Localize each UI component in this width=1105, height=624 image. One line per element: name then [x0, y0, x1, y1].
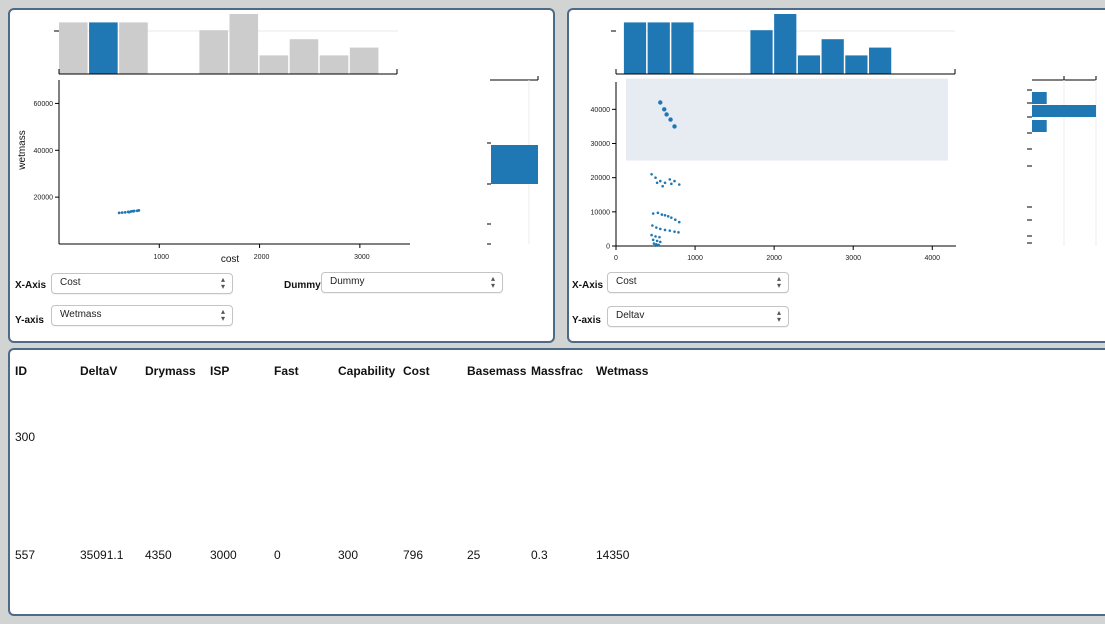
right-y-axis-select-value: Deltav — [616, 310, 645, 321]
table-cell: 35091.1 — [80, 548, 124, 562]
scatter-point — [654, 235, 657, 238]
select-arrows-icon: ▴ ▾ — [776, 308, 781, 324]
side-histogram-bar — [1032, 92, 1047, 104]
scatter-point — [663, 181, 667, 185]
scatter-point — [650, 172, 653, 176]
x-tick-label: 0 — [614, 255, 618, 262]
scatter-point — [655, 226, 658, 229]
scatter-point — [654, 244, 657, 247]
scatter-point — [657, 243, 660, 247]
side-histogram-bar — [1032, 105, 1096, 117]
column-header[interactable]: Fast — [274, 364, 299, 378]
data-table-panel — [8, 348, 1105, 616]
column-header[interactable]: Cost — [403, 364, 430, 378]
right-x-axis-select[interactable]: Cost ▴ ▾ — [607, 272, 789, 293]
table-cell: 0.3 — [531, 548, 548, 562]
column-header[interactable]: DeltaV — [80, 364, 117, 378]
x-tick-label: 3000 — [845, 255, 861, 262]
x-tick-label: 4000 — [924, 255, 940, 262]
scatter-point — [658, 227, 662, 231]
scatter-point — [672, 124, 677, 129]
select-arrows-icon: ▴ ▾ — [776, 274, 781, 290]
scatter-point — [677, 220, 681, 224]
x-tick-label: 2000 — [766, 255, 782, 262]
y-tick-label: 30000 — [591, 141, 611, 148]
right-y-axis-label: Y-axis — [572, 315, 601, 326]
scatter-point — [652, 242, 656, 245]
scatter-point — [655, 181, 659, 185]
scatter-point — [654, 176, 657, 179]
side-histogram-bar — [1032, 120, 1047, 132]
table-cell: 3000 — [210, 548, 237, 562]
column-header[interactable]: Massfrac — [531, 364, 583, 378]
column-header[interactable]: ID — [15, 364, 27, 378]
scatter-point — [663, 228, 667, 232]
scatter-point — [650, 233, 653, 237]
scatter-point — [662, 107, 667, 112]
table-cell: 4350 — [145, 548, 172, 562]
scatter-point — [664, 112, 669, 117]
table-cell: 0 — [274, 548, 281, 562]
top-histogram-bar — [774, 14, 797, 74]
table-cell: 557 — [15, 548, 36, 562]
top-histogram-bar — [750, 30, 773, 74]
column-header[interactable]: Wetmass — [596, 364, 648, 378]
column-header[interactable]: Capability — [338, 364, 395, 378]
scatter-point — [673, 230, 676, 233]
top-histogram-bar — [623, 22, 647, 74]
top-histogram-bar — [647, 22, 670, 74]
scatter-point — [670, 216, 673, 219]
scatter-point — [668, 117, 673, 122]
table-cell: 14350 — [596, 548, 630, 562]
y-tick-label: 10000 — [591, 209, 611, 216]
y-tick-label: 40000 — [591, 107, 611, 114]
scatter-point — [668, 178, 672, 181]
top-histogram-bar — [797, 55, 821, 74]
scatter-point — [674, 218, 677, 221]
scatter-point — [658, 100, 663, 105]
column-header[interactable]: Basemass — [467, 364, 526, 378]
right-x-axis-select-value: Cost — [616, 276, 637, 287]
scatter-point — [666, 214, 670, 218]
top-histogram-bar — [671, 22, 694, 74]
scatter-point — [658, 179, 662, 183]
table-cell: 25 — [467, 548, 481, 562]
scatter-point — [651, 224, 654, 227]
right-y-axis-select[interactable]: Deltav ▴ ▾ — [607, 306, 789, 327]
scatter-point — [658, 235, 661, 239]
brush-selection — [626, 78, 948, 161]
scatter-point — [673, 179, 676, 183]
y-tick-label: 0 — [606, 244, 610, 251]
scatter-point — [661, 184, 664, 188]
column-header[interactable]: Drymass — [145, 364, 196, 378]
scatter-point — [677, 231, 680, 234]
table-cell: 300 — [15, 430, 36, 444]
scatter-point — [670, 182, 673, 186]
scatter-point — [660, 213, 664, 216]
scatter-point — [651, 238, 655, 242]
scatter-point — [668, 229, 672, 232]
top-histogram-bar — [821, 39, 844, 74]
scatter-point — [663, 213, 667, 217]
table-cell: 796 — [403, 548, 424, 562]
scatter-point — [677, 183, 681, 186]
scatter-point — [656, 211, 660, 215]
column-header[interactable]: ISP — [210, 364, 229, 378]
top-histogram-bar — [869, 47, 892, 74]
x-tick-label: 1000 — [687, 255, 703, 262]
scatter-point — [651, 212, 655, 215]
y-tick-label: 20000 — [591, 175, 611, 182]
table-cell: 300 — [338, 548, 359, 562]
scatter-point — [655, 239, 659, 243]
top-histogram-bar — [845, 55, 868, 74]
scatter-point — [658, 240, 662, 244]
right-x-axis-label: X-Axis — [572, 280, 604, 291]
